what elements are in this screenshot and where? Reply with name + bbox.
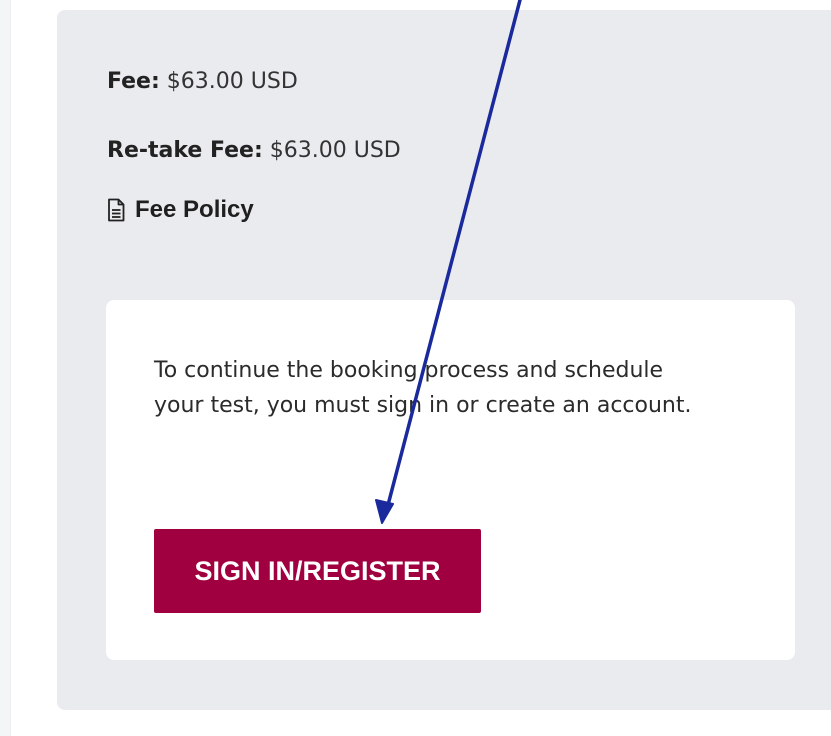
fee-label: Fee: [107, 69, 160, 94]
signin-message: To continue the booking process and sche… [154, 358, 692, 418]
fee-row: Fee: $63.00 USD [107, 71, 298, 93]
document-icon [107, 198, 125, 222]
fee-policy-link[interactable]: Fee Policy [107, 198, 254, 222]
left-page-edge [0, 0, 11, 736]
fee-policy-label: Fee Policy [135, 196, 254, 223]
retake-fee-row: Re-take Fee: $63.00 USD [107, 140, 401, 162]
fee-value: $63.00 USD [166, 69, 298, 94]
retake-fee-value: $63.00 USD [269, 138, 401, 163]
retake-fee-label: Re-take Fee: [107, 138, 263, 163]
signin-register-button[interactable]: SIGN IN/REGISTER [154, 529, 481, 613]
